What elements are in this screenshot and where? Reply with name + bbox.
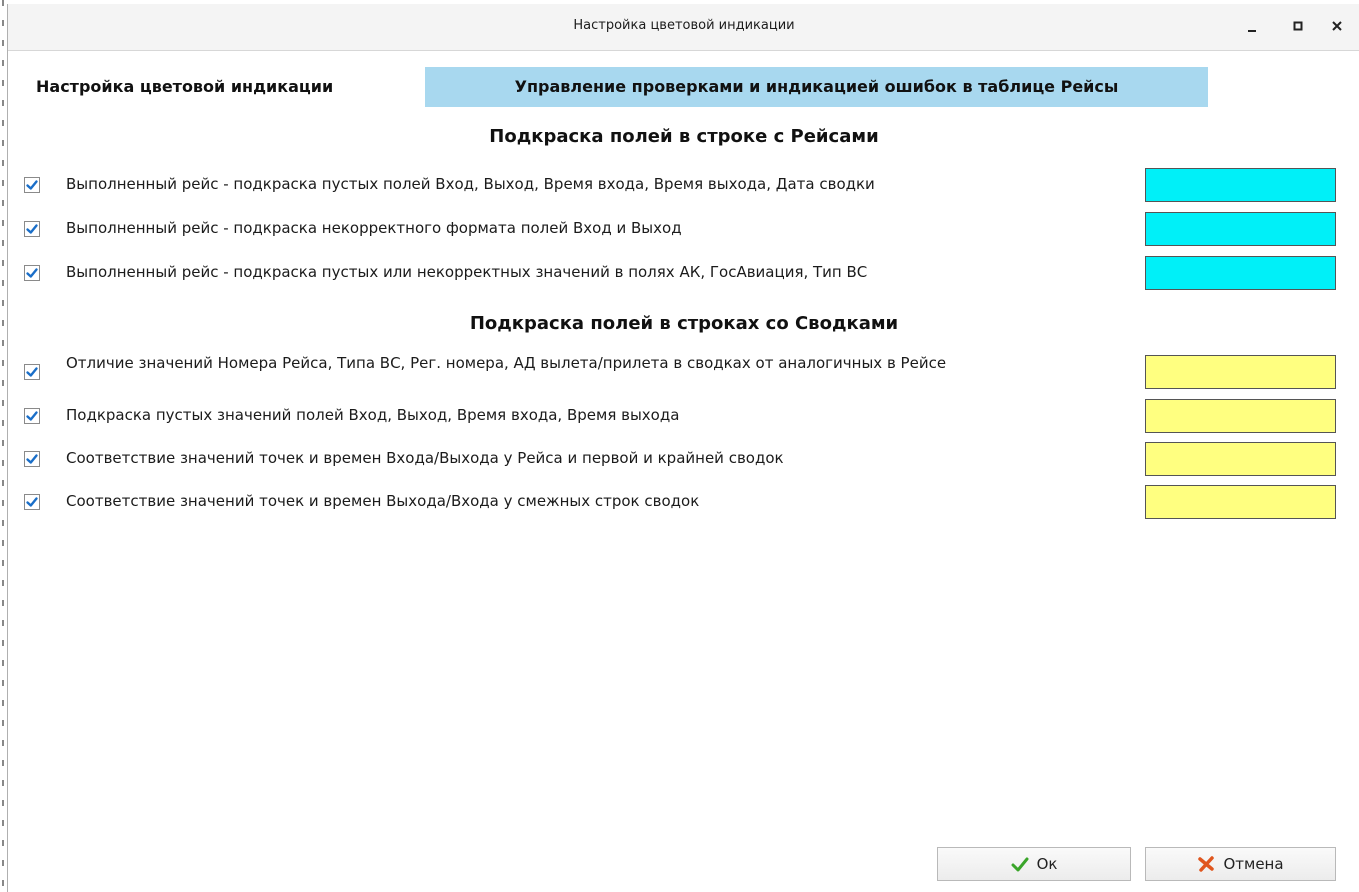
color-swatch[interactable]	[1145, 485, 1336, 519]
close-icon[interactable]	[1325, 14, 1349, 38]
minimize-icon[interactable]	[1240, 14, 1264, 38]
setting-checkbox[interactable]	[24, 408, 40, 424]
setting-label: Выполненный рейс - подкраска пустых или …	[66, 263, 868, 281]
checkbox-check-icon	[26, 180, 38, 190]
tab-color-settings[interactable]: Настройка цветовой индикации	[28, 67, 425, 107]
color-swatch[interactable]	[1145, 399, 1336, 433]
checkbox-check-icon	[26, 454, 38, 464]
checkbox-check-icon	[26, 367, 38, 377]
setting-checkbox[interactable]	[24, 265, 40, 281]
window-edge-decoration	[2, 0, 4, 892]
checkbox-check-icon	[26, 411, 38, 421]
color-swatch[interactable]	[1145, 212, 1336, 246]
checkbox-check-icon	[26, 497, 38, 507]
setting-checkbox[interactable]	[24, 494, 40, 510]
setting-row: Подкраска пустых значений полей Вход, Вы…	[8, 399, 1359, 433]
setting-checkbox[interactable]	[24, 177, 40, 193]
setting-row: Выполненный рейс - подкраска пустых поле…	[8, 168, 1359, 202]
tab-checks-management[interactable]: Управление проверками и индикацией ошибо…	[425, 67, 1208, 107]
setting-label: Отличие значений Номера Рейса, Типа ВС, …	[66, 354, 947, 372]
ok-button-label: Ок	[1036, 855, 1058, 873]
setting-label: Соответствие значений точек и времен Вых…	[66, 492, 700, 510]
setting-checkbox[interactable]	[24, 221, 40, 237]
setting-label: Выполненный рейс - подкраска пустых поле…	[66, 175, 875, 193]
setting-row: Соответствие значений точек и времен Вых…	[8, 485, 1359, 519]
setting-checkbox[interactable]	[24, 451, 40, 467]
ok-button[interactable]: Ок	[937, 847, 1131, 881]
setting-checkbox[interactable]	[24, 364, 40, 380]
setting-row: Выполненный рейс - подкраска пустых или …	[8, 256, 1359, 290]
cross-icon	[1198, 856, 1215, 872]
setting-row: Соответствие значений точек и времен Вхо…	[8, 442, 1359, 476]
cancel-button[interactable]: Отмена	[1145, 847, 1336, 881]
maximize-icon[interactable]	[1286, 14, 1310, 38]
cancel-button-label: Отмена	[1223, 855, 1284, 873]
setting-row: Отличие значений Номера Рейса, Типа ВС, …	[8, 355, 1359, 389]
color-swatch[interactable]	[1145, 442, 1336, 476]
checkbox-check-icon	[26, 268, 38, 278]
checkmark-icon	[1011, 857, 1029, 872]
settings-dialog: Настройка цветовой индикации Настройка ц…	[7, 4, 1359, 892]
setting-label: Выполненный рейс - подкраска некорректно…	[66, 219, 682, 237]
checkbox-check-icon	[26, 224, 38, 234]
setting-label: Соответствие значений точек и времен Вхо…	[66, 449, 784, 467]
color-swatch[interactable]	[1145, 256, 1336, 290]
setting-row: Выполненный рейс - подкраска некорректно…	[8, 212, 1359, 246]
section-title: Подкраска полей в строках со Сводками	[469, 313, 899, 334]
color-swatch[interactable]	[1145, 168, 1336, 202]
section-title: Подкраска полей в строке с Рейсами	[489, 126, 879, 147]
window-title: Настройка цветовой индикации	[573, 18, 795, 33]
color-swatch[interactable]	[1145, 355, 1336, 389]
setting-label: Подкраска пустых значений полей Вход, Вы…	[66, 406, 680, 424]
title-bar[interactable]: Настройка цветовой индикации	[8, 4, 1359, 51]
